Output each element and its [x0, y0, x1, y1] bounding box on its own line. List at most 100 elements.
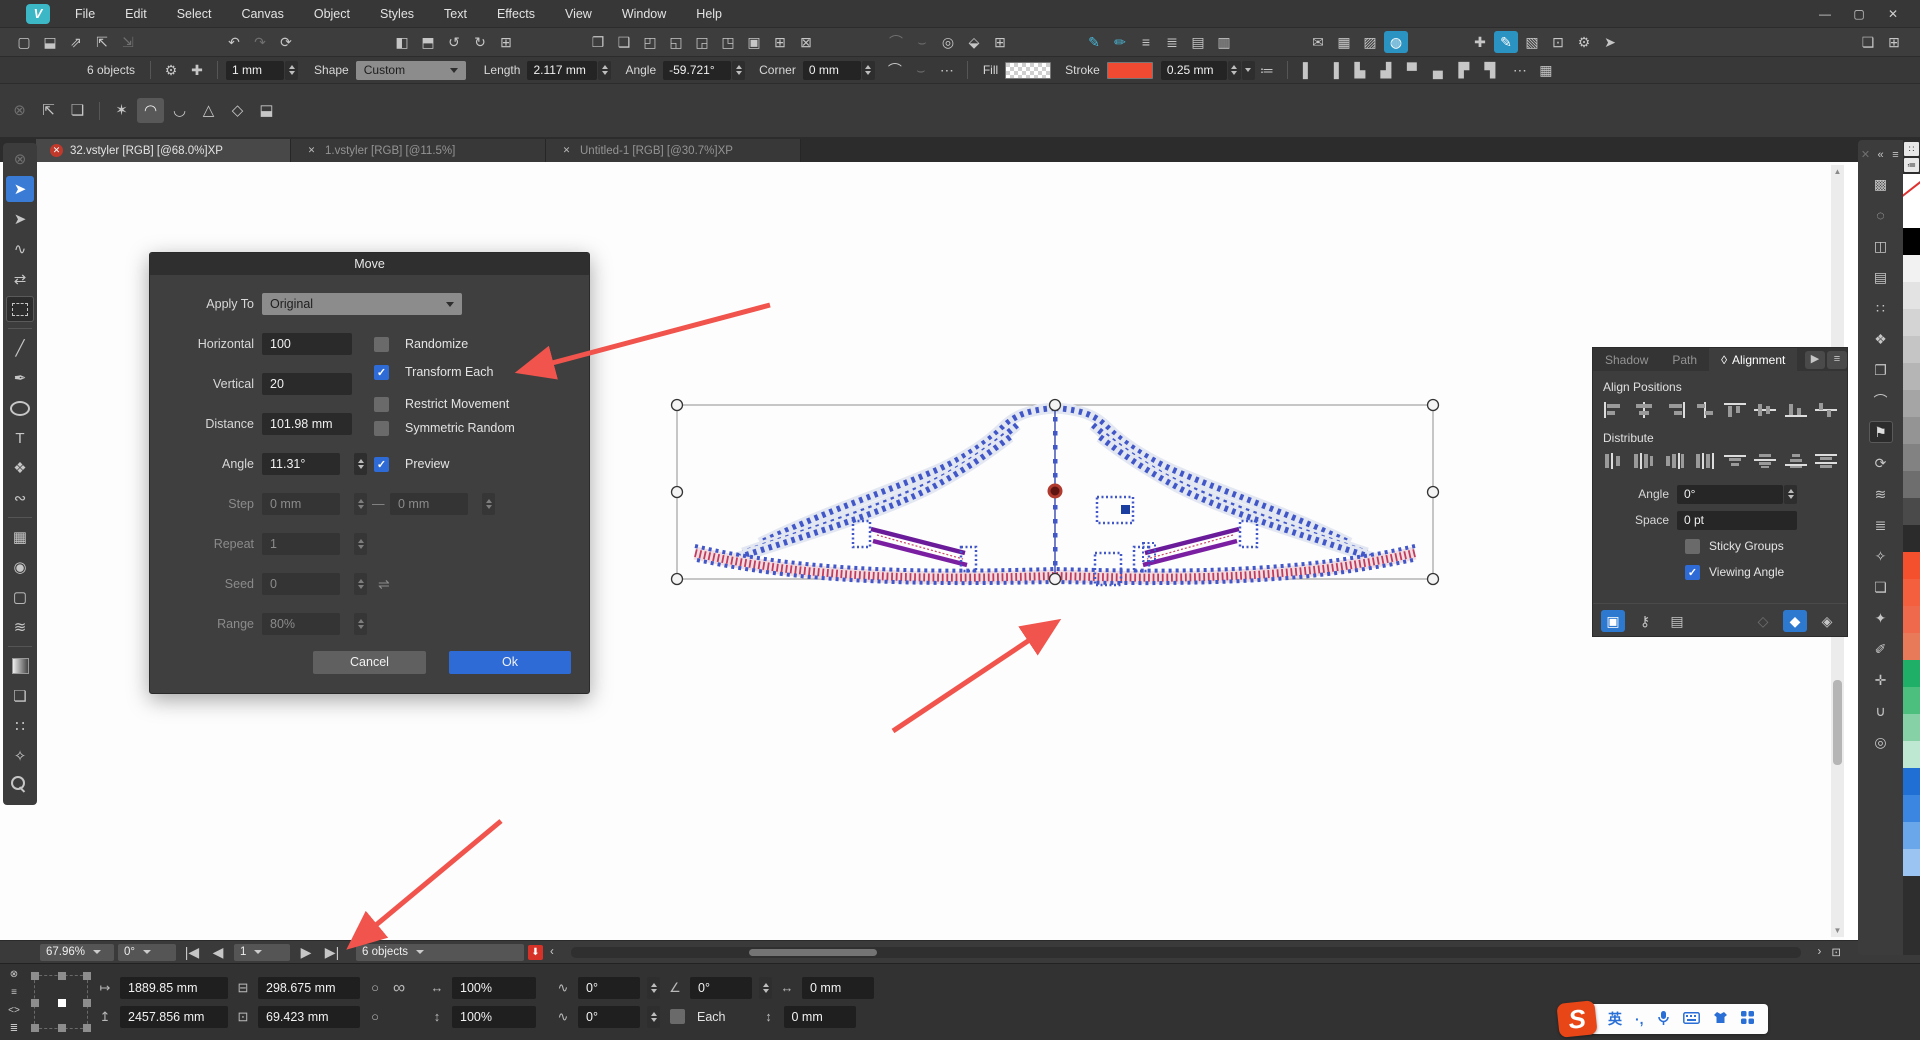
horizontal-field[interactable]: 100 [262, 333, 352, 355]
tab-shadow[interactable]: Shadow [1593, 353, 1660, 367]
swatch-6aa6ea[interactable] [1903, 822, 1920, 849]
polygon-lasso-icon[interactable]: △ [195, 98, 222, 123]
proportional-toggle-top[interactable]: ○ [366, 980, 384, 995]
close-window-icon[interactable]: ✕ [1880, 7, 1906, 21]
ellipse-tool-icon[interactable] [6, 395, 34, 421]
width-field[interactable]: 298.675 mm [258, 977, 360, 999]
space-field[interactable]: 0 pt [1677, 511, 1797, 530]
text-tool-icon[interactable]: T [6, 425, 34, 451]
swatch-none[interactable] [1903, 174, 1920, 201]
swatch-list-view-icon[interactable]: ≔ [1904, 158, 1919, 172]
paste-style-icon[interactable]: ❑ [612, 31, 636, 53]
step-max-field[interactable]: 0 mm [390, 493, 468, 515]
panel-lines-icon[interactable]: ≣ [6, 1023, 22, 1036]
align-right-icon[interactable]: ▙ [1348, 59, 1372, 81]
align-h-anchor-icon[interactable] [1692, 400, 1718, 420]
swatch-3a86e0[interactable] [1903, 795, 1920, 822]
distribute-right-icon[interactable] [1662, 451, 1688, 471]
swatch-ffffff[interactable] [1903, 201, 1920, 228]
arc-guide-icon[interactable]: ⌒ [884, 31, 908, 53]
menu-object[interactable]: Object [299, 0, 365, 27]
paste-in-place-icon[interactable]: ◲ [690, 31, 714, 53]
distribute-v-gaps-icon[interactable] [1813, 451, 1839, 471]
redo-icon[interactable]: ↷ [248, 31, 272, 53]
align-top-edges-icon[interactable] [1722, 400, 1748, 420]
panel-menu-icon[interactable]: ≡ [1889, 144, 1903, 166]
pattern-tool-icon[interactable]: ◉ [6, 554, 34, 580]
align-to-key-object-icon[interactable]: ◈ [1815, 610, 1839, 632]
transform-each-checkbox[interactable] [374, 365, 389, 380]
panel-rows-icon[interactable]: ≡ [6, 986, 22, 999]
linked-layers-icon[interactable]: ❏ [1869, 576, 1893, 598]
swatch-86d2a6[interactable] [1903, 714, 1920, 741]
compose-page-icon[interactable]: ✏ [1108, 31, 1132, 53]
randomize-checkbox[interactable] [374, 337, 389, 352]
swatch-f4502e[interactable] [1903, 552, 1920, 579]
position-y-field[interactable]: 2457.856 mm [120, 1006, 228, 1028]
stroke-swatch[interactable] [1107, 62, 1153, 79]
proportional-toggle-bottom[interactable]: ○ [366, 1009, 384, 1024]
paste-in-back-icon[interactable]: ◱ [664, 31, 688, 53]
flip-horizontal-icon[interactable]: ◧ [390, 31, 414, 53]
ok-button[interactable]: Ok [449, 651, 571, 674]
move-angle-field[interactable]: 11.31° [262, 453, 340, 475]
layer-stack-icon[interactable]: ❐ [1869, 359, 1893, 381]
preferences-gear-icon[interactable]: ⚙ [1572, 31, 1596, 53]
undo-icon[interactable]: ↶ [222, 31, 246, 53]
skin-shirt-icon[interactable] [1713, 1011, 1728, 1027]
vertical-scrollbar-thumb[interactable] [1833, 680, 1842, 765]
stroke-settings-icon[interactable]: ≔ [1255, 59, 1279, 81]
collapse-panel-icon[interactable]: « [1874, 144, 1888, 166]
corner-field[interactable]: 0 mm [803, 61, 861, 80]
stroke-width-field[interactable]: 0.25 mm [1161, 61, 1227, 80]
shape-library-icon[interactable]: ❖ [1869, 328, 1893, 350]
zoom-tool-icon[interactable] [6, 773, 34, 799]
horizontal-scrollbar-thumb[interactable] [749, 949, 877, 956]
skew-y-field[interactable]: 0° [578, 1006, 640, 1028]
blob-tool-icon[interactable]: ▢ [6, 584, 34, 610]
step-min-stepper[interactable] [354, 493, 367, 515]
distribute-v-center-icon[interactable] [1752, 451, 1778, 471]
menu-window[interactable]: Window [607, 0, 681, 27]
close-tools-icon[interactable]: ⊗ [6, 146, 34, 172]
maximize-icon[interactable]: ▢ [1846, 7, 1872, 21]
menu-text[interactable]: Text [429, 0, 482, 27]
expand-panel-tab-icon[interactable]: ▶ [1805, 351, 1825, 369]
sync-alert-icon[interactable]: ⬇ [528, 945, 543, 960]
step-max-stepper[interactable] [482, 493, 495, 515]
cancel-button[interactable]: Cancel [313, 651, 426, 674]
dot-pattern-icon[interactable]: ◌ [1869, 204, 1893, 226]
menu-canvas[interactable]: Canvas [226, 0, 298, 27]
swatch-d4d4d4[interactable] [1903, 309, 1920, 336]
align-to-selection-icon[interactable]: ◆ [1783, 610, 1807, 632]
brush-settings-icon[interactable]: ✐ [1869, 638, 1893, 660]
close-toolbar-icon[interactable]: ⊗ [6, 98, 33, 123]
swatch-2b2b2b[interactable] [1903, 525, 1920, 552]
curve-guide-icon[interactable]: ⌣ [910, 31, 934, 53]
paste-over-icon[interactable]: ▣ [742, 31, 766, 53]
distribute-h-center-icon[interactable] [1631, 451, 1657, 471]
swatch-e3e3e3[interactable] [1903, 282, 1920, 309]
selected-artwork[interactable] [665, 395, 1445, 590]
offset-y-field[interactable]: 0 mm [784, 1006, 856, 1028]
box-select-icon[interactable]: ⬓ [253, 98, 280, 123]
menu-edit[interactable]: Edit [110, 0, 162, 27]
transform-again-icon[interactable]: ⊞ [494, 31, 518, 53]
sticky-groups-checkbox[interactable] [1685, 539, 1700, 554]
alignment-panel-menu-icon[interactable]: ≡ [1827, 351, 1847, 369]
panel-angle-stepper[interactable] [1784, 485, 1797, 504]
swatch-f4603e[interactable] [1903, 579, 1920, 606]
sogou-logo-icon[interactable]: S [1556, 1000, 1597, 1038]
list-view-icon[interactable]: ≡ [1134, 31, 1158, 53]
mesh-tool-icon[interactable]: ▦ [6, 524, 34, 550]
selection-tool-icon[interactable]: ➤ [6, 176, 34, 202]
distribute-top-icon[interactable] [1722, 451, 1748, 471]
align-right-edges-icon[interactable] [1662, 400, 1688, 420]
fit-frame-icon[interactable]: ⊡ [1828, 945, 1844, 959]
close-tab-icon[interactable]: ✕ [560, 144, 573, 157]
collapse-status-icon[interactable]: ‹ [547, 946, 557, 958]
pointer-mode-icon[interactable]: ➤ [1598, 31, 1622, 53]
hatch-fill-icon[interactable]: ▨ [1358, 31, 1382, 53]
rotation-dropdown[interactable]: 0° [118, 944, 176, 961]
angle-stepper[interactable] [732, 61, 745, 80]
